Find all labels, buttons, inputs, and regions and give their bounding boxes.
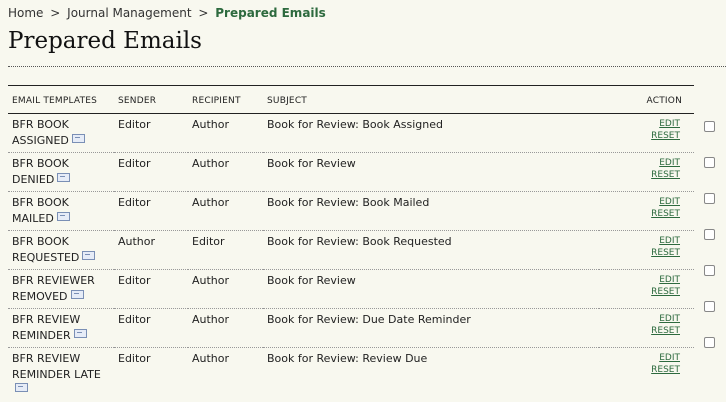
email-preview-icon[interactable] [15, 383, 28, 392]
email-template-name: BFR BOOK ASSIGNED [12, 118, 69, 147]
email-template-cell: BFR REVIEWER REMOVED [8, 269, 114, 309]
edit-link[interactable]: EDIT [603, 352, 680, 364]
action-cell: EDIT RESET [599, 152, 694, 192]
sender-cell: Editor [114, 308, 188, 348]
action-cell: EDIT RESET [599, 191, 694, 231]
title-divider [8, 66, 726, 67]
row-select-checkbox[interactable] [704, 121, 715, 132]
reset-link[interactable]: RESET [603, 169, 680, 181]
recipient-cell: Author [192, 352, 230, 365]
action-cell: EDIT RESET [599, 269, 694, 309]
breadcrumb-home-link[interactable]: Home [8, 6, 43, 20]
column-header-action: ACTION [599, 85, 694, 114]
subject-cell: Book for Review: Due Date Reminder [263, 308, 599, 348]
sender-cell: Editor [114, 113, 188, 153]
email-template-cell: BFR BOOK MAILED [8, 191, 114, 231]
column-header-sender: SENDER [114, 85, 188, 114]
column-header-email-templates: EMAIL TEMPLATES [8, 85, 114, 114]
email-template-cell: BFR BOOK DENIED [8, 152, 114, 192]
email-preview-icon[interactable] [57, 172, 71, 182]
recipient-cell: Author [188, 191, 263, 231]
breadcrumb-current: Prepared Emails [215, 6, 326, 20]
edit-link[interactable]: EDIT [603, 274, 680, 286]
email-template-cell: BFR REVIEW REMINDER [8, 308, 114, 348]
email-template-name: BFR BOOK REQUESTED [12, 235, 80, 264]
table-row: BFR BOOK ASSIGNED Editor Author Book for Re… [8, 113, 694, 153]
row-select-checkbox[interactable] [704, 229, 715, 240]
email-template-cell: BFR BOOK ASSIGNED [8, 113, 114, 153]
edit-link[interactable]: EDIT [603, 235, 680, 247]
email-template-name: BFR REVIEW REMINDER LATE [12, 352, 101, 381]
breadcrumb-separator: > [50, 6, 61, 20]
subject-cell: Book for Review [263, 269, 599, 309]
column-header-recipient: RECIPIENT [188, 85, 263, 114]
row-select-checkbox[interactable] [704, 301, 715, 312]
reset-link[interactable]: RESET [603, 364, 680, 376]
subject-cell: Book for Review: Book Mailed [263, 191, 599, 231]
subject-cell: Book for Review: Review Due [267, 352, 428, 365]
action-cell: EDIT RESET [599, 308, 694, 348]
row-select-checkbox[interactable] [704, 193, 715, 204]
reset-link[interactable]: RESET [603, 247, 680, 259]
subject-cell: Book for Review: Book Assigned [263, 113, 599, 153]
table-row: BFR REVIEW REMINDER Editor Author Book for … [8, 308, 694, 348]
sender-cell: Editor [114, 269, 188, 309]
sender-cell: Editor [114, 152, 188, 192]
recipient-cell: Author [188, 152, 263, 192]
edit-link[interactable]: EDIT [603, 196, 680, 208]
table-header-row: EMAIL TEMPLATES SENDER RECIPIENT SUBJECT… [8, 85, 694, 114]
sender-cell: Author [114, 230, 188, 270]
table-row: BFR BOOK REQUESTED Author Editor Book for R… [8, 230, 694, 270]
page-title: Prepared Emails [8, 28, 202, 54]
reset-link[interactable]: RESET [603, 130, 680, 142]
action-cell: EDIT RESET [599, 348, 694, 402]
breadcrumb: Home > Journal Management > Prepared Ema… [8, 6, 326, 20]
recipient-cell: Editor [188, 230, 263, 270]
subject-cell: Book for Review: Book Requested [263, 230, 599, 270]
email-template-cell: BFR REVIEW REMINDER LATE [8, 348, 114, 402]
table-row: BFR REVIEW REMINDER LATE Editor Author Book… [8, 348, 694, 402]
action-cell: EDIT RESET [599, 113, 694, 153]
edit-link[interactable]: EDIT [603, 118, 680, 130]
edit-link[interactable]: EDIT [603, 157, 680, 169]
email-preview-icon[interactable] [82, 250, 96, 260]
table-row: BFR REVIEWER REMOVED Editor Author Book for… [8, 269, 694, 309]
email-preview-icon[interactable] [70, 289, 84, 299]
action-cell: EDIT RESET [599, 230, 694, 270]
sender-cell: Editor [118, 352, 151, 365]
prepared-emails-table: EMAIL TEMPLATES SENDER RECIPIENT SUBJECT… [8, 85, 694, 402]
reset-link[interactable]: RESET [603, 325, 680, 337]
email-preview-icon[interactable] [71, 133, 85, 143]
column-header-subject: SUBJECT [263, 85, 599, 114]
recipient-cell: Author [188, 308, 263, 348]
table-row: BFR BOOK MAILED Editor Author Book for Revi… [8, 191, 694, 231]
email-template-cell: BFR BOOK REQUESTED [8, 230, 114, 270]
row-select-checkbox[interactable] [704, 265, 715, 276]
edit-link[interactable]: EDIT [603, 313, 680, 325]
breadcrumb-journal-management-link[interactable]: Journal Management [67, 6, 191, 20]
email-preview-icon[interactable] [73, 328, 87, 338]
subject-cell: Book for Review [263, 152, 599, 192]
table-row: BFR BOOK DENIED Editor Author Book for Revi… [8, 152, 694, 192]
reset-link[interactable]: RESET [603, 208, 680, 220]
sender-cell: Editor [114, 191, 188, 231]
recipient-cell: Author [188, 269, 263, 309]
recipient-cell: Author [188, 113, 263, 153]
email-template-name: BFR REVIEW REMINDER [12, 313, 81, 342]
breadcrumb-separator: > [198, 6, 209, 20]
row-select-checkbox[interactable] [704, 157, 715, 168]
row-select-checkbox[interactable] [704, 337, 715, 348]
email-preview-icon[interactable] [56, 211, 70, 221]
reset-link[interactable]: RESET [603, 286, 680, 298]
